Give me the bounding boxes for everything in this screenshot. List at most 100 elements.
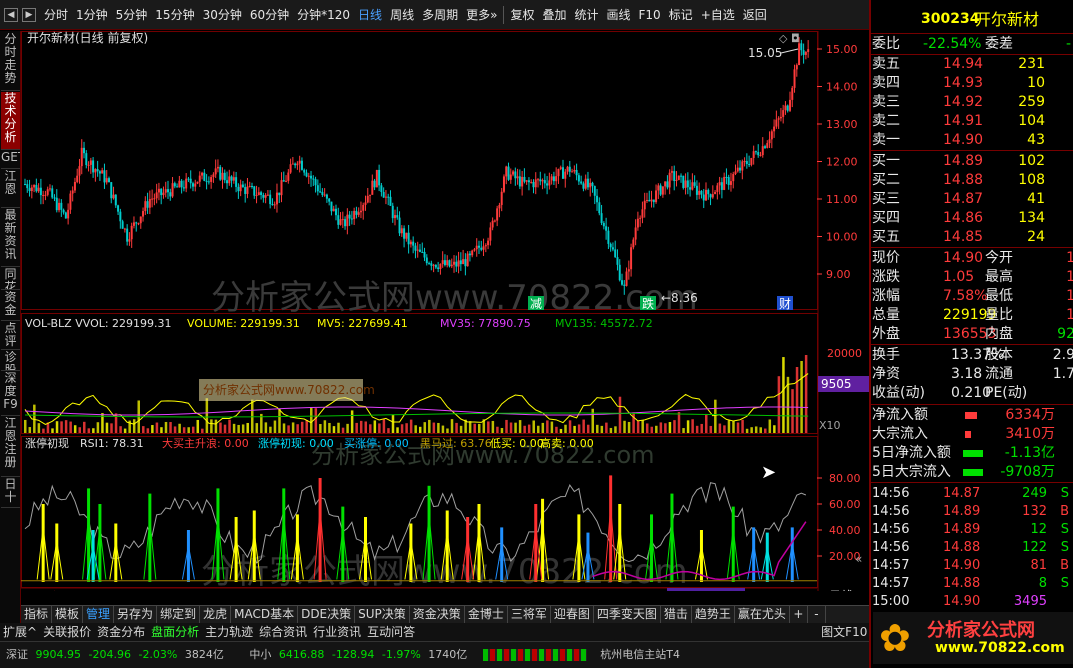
candle-body — [659, 185, 662, 195]
extra-tab-6[interactable]: 行业资讯 — [310, 623, 364, 641]
tool-button-6[interactable]: +自选 — [697, 0, 739, 30]
candle-body — [421, 251, 424, 253]
period-tab-8[interactable]: 周线 — [386, 0, 418, 30]
tool-button-3[interactable]: 画线 — [602, 0, 634, 30]
volume-bar — [745, 428, 749, 433]
tool-button-1[interactable]: 叠加 — [538, 0, 570, 30]
left-tab-3[interactable]: 江恩 — [1, 170, 20, 208]
indicator-tab-10[interactable]: 金博士 — [465, 606, 508, 623]
left-tab-6[interactable]: 资金 — [1, 291, 20, 321]
extra-tab-4[interactable]: 主力轨迹 — [202, 623, 256, 641]
candle-body — [405, 232, 408, 239]
chart-area[interactable]: 分析家公式网www.70822.com分析家公式网www.70822.com分析… — [21, 31, 869, 591]
candle-body — [791, 87, 794, 100]
nav-back-icon[interactable]: ◀ — [4, 7, 18, 22]
left-tab-7[interactable]: 点评 — [1, 322, 20, 350]
candle-body — [593, 186, 596, 196]
candle-body — [182, 187, 185, 189]
extra-tab-2[interactable]: 资金分布 — [94, 623, 148, 641]
nav-forward-icon[interactable]: ▶ — [22, 7, 36, 22]
left-tab-8[interactable]: 诊股 — [1, 351, 20, 371]
candle-body — [203, 172, 206, 181]
candle-body — [364, 202, 367, 205]
candle-body — [37, 187, 40, 192]
indicator-tab-16[interactable]: 赢在尤头 — [735, 606, 790, 623]
indicator-tab-9[interactable]: 资金决策 — [410, 606, 465, 623]
candle-body — [24, 184, 26, 185]
period-tab-1[interactable]: 1分钟 — [72, 0, 112, 30]
panel-divider — [871, 482, 1073, 483]
stat2-label-2: 流通 — [985, 366, 1013, 382]
tool-button-0[interactable]: 复权 — [506, 0, 538, 30]
period-tab-2[interactable]: 5分钟 — [112, 0, 152, 30]
left-tab-1[interactable]: 技术分析 — [1, 92, 20, 150]
period-tab-10[interactable]: 更多» — [462, 0, 501, 30]
volume-bar — [173, 426, 177, 433]
left-tab-0[interactable]: 分时走势 — [1, 33, 20, 91]
indicator-tab-2[interactable]: 管理 — [83, 606, 115, 623]
tick-side: S — [1060, 486, 1069, 501]
tool-button-2[interactable]: 统计 — [570, 0, 602, 30]
zoom-button-1[interactable]: - — [808, 606, 826, 623]
zoom-button-0[interactable]: + — [790, 606, 808, 623]
indicator-tab-13[interactable]: 四季变天图 — [594, 606, 661, 623]
indicator-tab-8[interactable]: SUP决策 — [355, 606, 410, 623]
left-tab-4[interactable]: 最新资讯 — [1, 209, 20, 267]
candle-body — [807, 49, 810, 53]
left-tab-9[interactable]: 深度F9 — [1, 372, 20, 416]
sidebar-toggle[interactable]: 图文F10 侧边栏 « — [818, 623, 869, 641]
candle-body — [80, 147, 83, 167]
extra-tab-7[interactable]: 互动问答 — [364, 623, 418, 641]
volume-bar — [577, 424, 581, 433]
candle-body — [800, 43, 803, 51]
indicator-tab-12[interactable]: 迎春图 — [551, 606, 594, 623]
left-tab-5[interactable]: 同花 — [1, 268, 20, 290]
candle-body — [768, 139, 771, 144]
indicator-tab-0[interactable]: 指标 — [21, 606, 53, 623]
candle-body — [300, 160, 303, 170]
indicator-tab-15[interactable]: 趋势王 — [692, 606, 735, 623]
candle-body — [550, 176, 553, 181]
tool-button-7[interactable]: 返回 — [739, 0, 771, 30]
left-tab-2[interactable]: GET — [1, 151, 20, 169]
indicator-tab-14[interactable]: 猎击 — [661, 606, 692, 623]
period-tab-7[interactable]: 日线 — [354, 0, 386, 30]
candle-body — [130, 225, 133, 240]
indicator-tab-6[interactable]: MACD基本 — [231, 606, 299, 623]
candle-body — [107, 178, 110, 183]
extra-tab-0[interactable]: 扩展^ — [0, 623, 40, 641]
extra-tab-5[interactable]: 综合资讯 — [256, 623, 310, 641]
indicator-tab-5[interactable]: 龙虎 — [200, 606, 232, 623]
period-tab-5[interactable]: 60分钟 — [246, 0, 293, 30]
period-tab-0[interactable]: 分时 — [40, 0, 72, 30]
indicator-tab-7[interactable]: DDE决策 — [298, 606, 356, 623]
left-tab-10[interactable]: 江恩注册 — [1, 417, 20, 477]
left-tab-11[interactable]: 日十 — [1, 478, 20, 508]
indicator-legend-item: 涨停初现 — [25, 436, 69, 450]
candle-body — [548, 180, 551, 186]
period-tab-6[interactable]: 分钟*120 — [293, 0, 354, 30]
indicator-tab-1[interactable]: 模板 — [52, 606, 84, 623]
event-marker: 减 — [530, 297, 542, 311]
signal-bar — [341, 506, 345, 582]
stat-row: 现价 14.90今开 1 — [871, 249, 1073, 268]
flower-icon: ✿ — [879, 616, 911, 660]
extra-tab-3[interactable]: 盘面分析 — [148, 623, 202, 641]
volume-bar — [754, 426, 758, 433]
tool-button-4[interactable]: F10 — [635, 0, 665, 30]
ask-row: 卖四 14.93 10 — [871, 74, 1073, 93]
extra-tab-1[interactable]: 关联报价 — [40, 623, 94, 641]
period-tab-9[interactable]: 多周期 — [418, 0, 462, 30]
tool-button-5[interactable]: 标记 — [665, 0, 697, 30]
indicator-tab-4[interactable]: 绑定到 — [157, 606, 201, 623]
period-tab-3[interactable]: 15分钟 — [151, 0, 198, 30]
tick-row: 14:57 14.90 81 B — [871, 556, 1073, 575]
candle-body — [559, 167, 562, 169]
indicator-tab-11[interactable]: 三将军 — [508, 606, 551, 623]
candle-body — [139, 216, 142, 224]
indicator-tick-label: 40.00 — [829, 524, 861, 537]
bid-price: 14.85 — [943, 229, 984, 245]
indicator-tab-3[interactable]: 另存为 — [114, 606, 158, 623]
period-tab-4[interactable]: 30分钟 — [199, 0, 246, 30]
candle-body — [312, 178, 315, 180]
